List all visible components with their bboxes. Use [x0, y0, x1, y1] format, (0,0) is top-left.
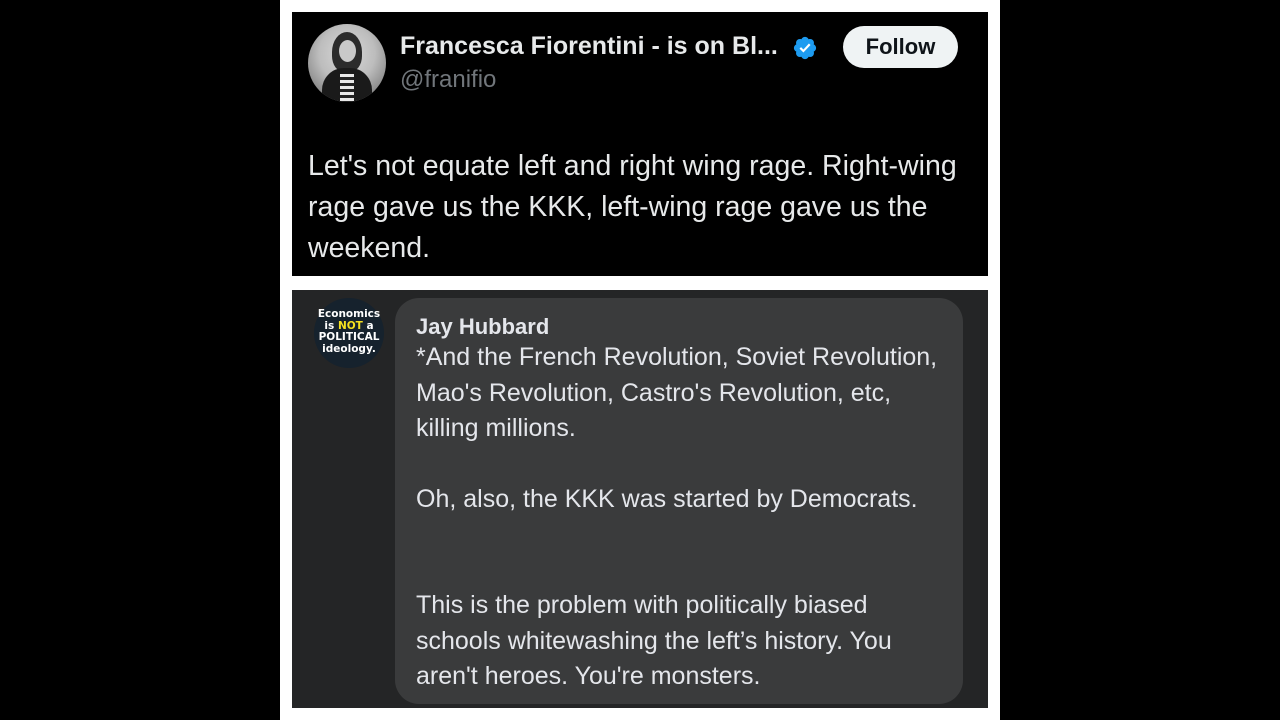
avatar-text-highlight: NOT: [337, 319, 363, 332]
commenter-avatar[interactable]: Economics is NOT a POLITICAL ideology.: [314, 298, 384, 368]
comment-paragraph: *And the French Revolution, Soviet Revol…: [416, 343, 938, 442]
comment-paragraph: This is the problem with politically bia…: [416, 591, 892, 690]
comment-panel: Economics is NOT a POLITICAL ideology. J…: [292, 290, 988, 708]
avatar-text-fragment: is: [324, 319, 338, 332]
avatar-text-line: POLITICAL: [318, 331, 380, 343]
commenter-name[interactable]: Jay Hubbard: [416, 314, 549, 340]
author-display-name[interactable]: Francesca Fiorentini - is on Bl...: [400, 32, 778, 61]
comment-paragraph: Oh, also, the KKK was started by Democra…: [416, 485, 918, 513]
author-handle[interactable]: @franifio: [400, 66, 496, 94]
screenshot-frame: Francesca Fiorentini - is on Bl... @fran…: [280, 0, 1000, 720]
avatar-text-line: ideology.: [322, 342, 376, 355]
verified-badge-icon: [793, 36, 817, 60]
tweet-card: Francesca Fiorentini - is on Bl... @fran…: [292, 12, 988, 276]
tweet-text: Let's not equate left and right wing rag…: [308, 150, 957, 264]
author-avatar[interactable]: [308, 24, 386, 102]
avatar-text-fragment: a: [362, 319, 374, 332]
comment-bubble: Jay Hubbard *And the French Revolution, …: [395, 298, 963, 704]
follow-button[interactable]: Follow: [843, 26, 958, 68]
